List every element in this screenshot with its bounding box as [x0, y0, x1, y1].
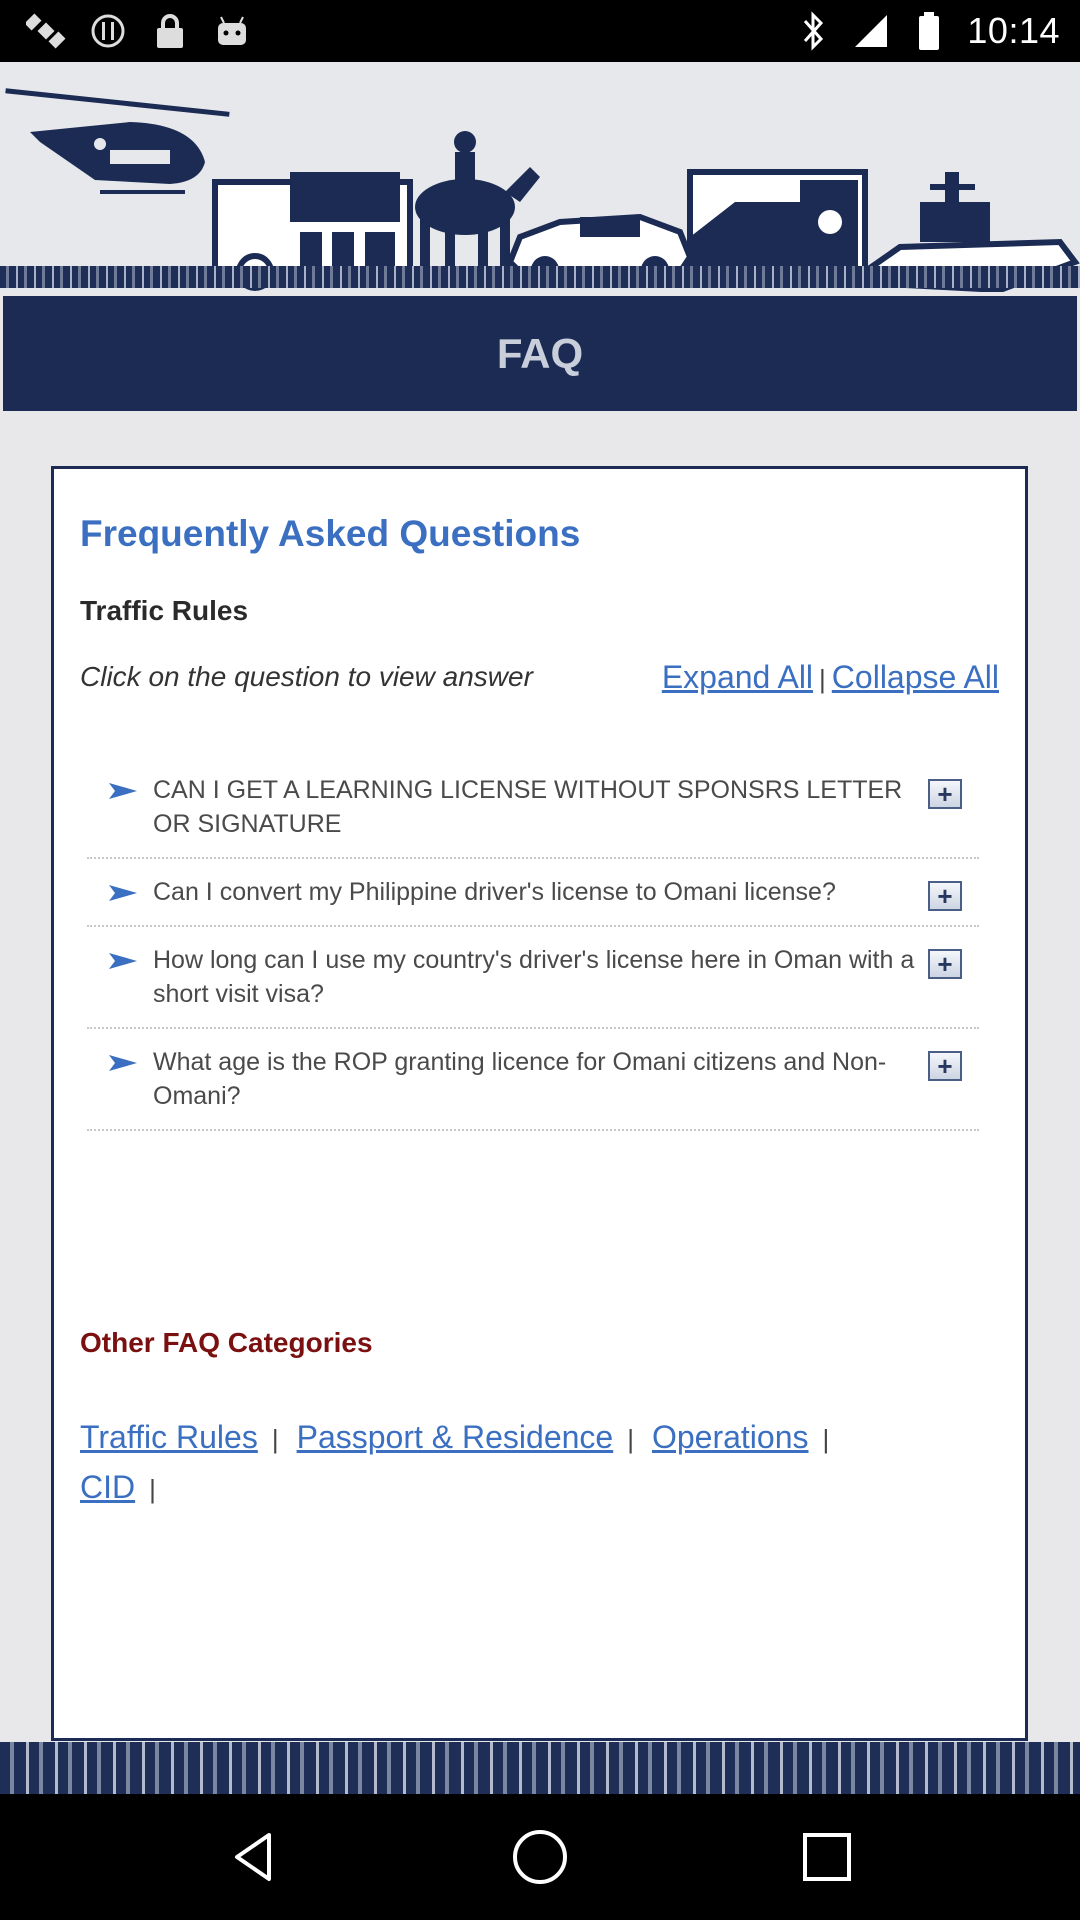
- expand-toggle-icon[interactable]: +: [928, 881, 962, 911]
- arrow-icon: [109, 783, 137, 799]
- question-text: Can I convert my Philippine driver's lic…: [153, 878, 836, 906]
- link-separator: |: [149, 1474, 156, 1504]
- decorative-border: [0, 1742, 1080, 1794]
- collapse-all-link[interactable]: Collapse All: [832, 659, 999, 695]
- decorative-border: [0, 266, 1080, 288]
- bluetooth-icon: [793, 11, 833, 51]
- instruction-text: Click on the question to view answer: [80, 661, 533, 692]
- status-bar: 10:14: [0, 0, 1080, 62]
- home-icon[interactable]: [505, 1822, 575, 1892]
- link-separator: |: [822, 1424, 830, 1454]
- other-categories-heading: Other FAQ Categories: [80, 1327, 373, 1358]
- category-title: Traffic Rules: [80, 595, 249, 626]
- expand-toggle-icon[interactable]: +: [928, 779, 962, 809]
- satellite-icon: [26, 11, 66, 51]
- ambulance-icon: [687, 169, 868, 280]
- header-banner: [0, 62, 1080, 292]
- question-text: How long can I use my country's driver's…: [153, 946, 915, 1008]
- question-text: CAN I GET A LEARNING LICENSE WITHOUT SPO…: [153, 776, 903, 838]
- recents-icon[interactable]: [792, 1822, 862, 1892]
- expand-toggle-icon[interactable]: +: [928, 1051, 962, 1081]
- arrow-icon: [109, 885, 137, 901]
- page-title-bar: FAQ: [3, 296, 1077, 411]
- question-item[interactable]: What age is the ROP granting licence for…: [87, 1029, 979, 1131]
- android-icon: [212, 11, 252, 51]
- lock-icon: [150, 11, 190, 51]
- back-icon[interactable]: [218, 1822, 288, 1892]
- link-separator: |: [627, 1424, 634, 1454]
- signal-icon: [851, 11, 891, 51]
- battery-icon: [909, 11, 949, 51]
- question-text: What age is the ROP granting licence for…: [153, 1048, 887, 1110]
- category-link-traffic-rules[interactable]: Traffic Rules: [80, 1419, 258, 1455]
- question-list: CAN I GET A LEARNING LICENSE WITHOUT SPO…: [87, 757, 979, 1131]
- expand-collapse-controls: Expand All | Collapse All: [662, 659, 999, 696]
- arrow-icon: [109, 1055, 137, 1071]
- expand-toggle-icon[interactable]: +: [928, 949, 962, 979]
- category-link-passport-residence[interactable]: Passport & Residence: [297, 1419, 614, 1455]
- helicopter-icon: [5, 88, 230, 194]
- sync-icon: [88, 11, 128, 51]
- faq-heading: Frequently Asked Questions: [80, 513, 581, 554]
- app-screen: 10:14 FAQ Frequently Asked Questions Tra…: [0, 0, 1080, 1920]
- question-item[interactable]: Can I convert my Philippine driver's lic…: [87, 859, 979, 927]
- link-separator: |: [819, 664, 826, 694]
- category-links-row: CID |: [80, 1469, 174, 1506]
- category-link-operations[interactable]: Operations: [652, 1419, 809, 1455]
- question-item[interactable]: How long can I use my country's driver's…: [87, 927, 979, 1029]
- navigation-bar: [0, 1794, 1080, 1920]
- question-item[interactable]: CAN I GET A LEARNING LICENSE WITHOUT SPO…: [87, 757, 979, 859]
- arrow-icon: [109, 953, 137, 969]
- expand-all-link[interactable]: Expand All: [662, 659, 813, 695]
- category-link-cid[interactable]: CID: [80, 1469, 135, 1505]
- page-title: FAQ: [496, 329, 584, 377]
- faq-card: Frequently Asked Questions Traffic Rules…: [51, 466, 1028, 1741]
- link-separator: |: [271, 1424, 279, 1454]
- category-links-row: Traffic Rules | Passport & Residence | Opera…: [80, 1419, 847, 1456]
- clock: 10:14: [967, 10, 1060, 51]
